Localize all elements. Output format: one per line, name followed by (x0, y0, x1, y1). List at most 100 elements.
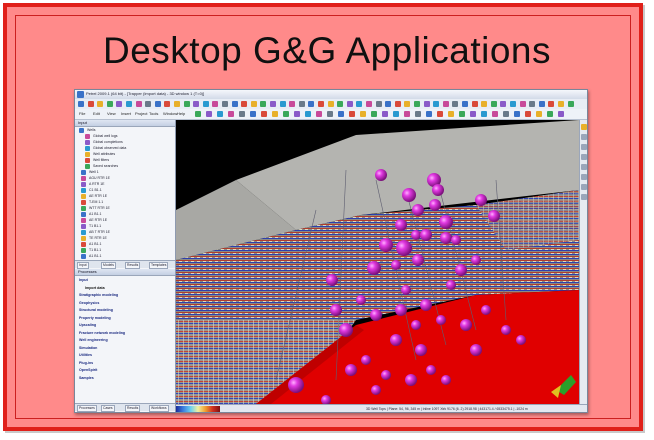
tree-item[interactable]: TE RTR 1E (81, 236, 173, 241)
process-item[interactable]: Samples (79, 376, 94, 380)
menu-item-help[interactable]: Help (177, 111, 185, 116)
toolbar-button-icon[interactable] (78, 101, 84, 107)
tree-item[interactable]: AE RTR 1E (81, 194, 173, 199)
toolbar-button-icon[interactable] (135, 101, 142, 107)
tree-item[interactable]: Global completions (85, 140, 177, 145)
toolbar-button-icon[interactable] (567, 101, 574, 107)
menu-item-insert[interactable]: Insert (121, 111, 131, 116)
toolbar-button-icon[interactable] (382, 111, 388, 117)
toolbar-button-icon[interactable] (394, 101, 401, 107)
toolbar-button-icon[interactable] (548, 101, 555, 107)
toolbar-button-icon[interactable] (193, 101, 200, 107)
tab-workflows[interactable]: Workflows (149, 405, 169, 412)
tab-templates[interactable]: Templates (149, 262, 169, 269)
toolbar-button-icon[interactable] (525, 111, 531, 117)
process-item[interactable]: Import data (85, 286, 105, 290)
side-toolbar-icon[interactable] (581, 144, 587, 150)
side-toolbar-icon[interactable] (581, 184, 587, 190)
toolbar-button-icon[interactable] (442, 101, 449, 107)
menu-item-window[interactable]: Window (163, 111, 177, 116)
menu-item-tools[interactable]: Tools (149, 111, 158, 116)
toolbar-button-icon[interactable] (558, 111, 564, 117)
process-item[interactable]: Fracture network modeling (79, 331, 125, 335)
process-item[interactable]: Upscaling (79, 323, 96, 327)
tree-item[interactable]: Global observed data (85, 146, 177, 151)
tree-item[interactable]: T-EM 1.1 (81, 200, 173, 205)
process-item[interactable]: Structural modeling (79, 308, 113, 312)
toolbar-button-icon[interactable] (337, 101, 344, 107)
tree-item[interactable]: Wells (79, 128, 171, 133)
toolbar-button-icon[interactable] (423, 101, 430, 107)
menu-item-edit[interactable]: Edit (93, 111, 100, 116)
toolbar-button-icon[interactable] (239, 111, 245, 117)
toolbar-button-icon[interactable] (145, 101, 152, 107)
side-toolbar-icon[interactable] (581, 134, 587, 140)
toolbar-button-icon[interactable] (241, 101, 248, 107)
toolbar-button-icon[interactable] (360, 111, 366, 117)
tree-item[interactable]: T1 B1.1 (81, 248, 173, 253)
side-toolbar-icon[interactable] (581, 124, 587, 130)
toolbar-button-icon[interactable] (414, 101, 420, 107)
toolbar-button-icon[interactable] (126, 101, 132, 107)
toolbar-button-icon[interactable] (385, 101, 392, 107)
tree-item[interactable]: AGU RTR 1E (81, 176, 173, 181)
tab-input[interactable]: Input (77, 262, 89, 269)
toolbar-button-icon[interactable] (279, 101, 286, 107)
toolbar-button-icon[interactable] (116, 101, 123, 107)
tree-item[interactable]: A RTR 1E (81, 182, 173, 187)
toolbar-button-icon[interactable] (514, 111, 520, 117)
toolbar-button-icon[interactable] (97, 101, 104, 107)
menu-item-file[interactable]: File (79, 111, 85, 116)
tab-models[interactable]: Models (101, 262, 116, 269)
toolbar-button-icon[interactable] (294, 111, 300, 117)
toolbar-button-icon[interactable] (356, 101, 363, 107)
toolbar-button-icon[interactable] (212, 101, 219, 107)
toolbar-button-icon[interactable] (261, 111, 267, 117)
toolbar-button-icon[interactable] (106, 101, 113, 107)
toolbar-button-icon[interactable] (490, 101, 497, 107)
toolbar-button-icon[interactable] (228, 111, 234, 117)
toolbar-button-icon[interactable] (222, 101, 228, 107)
toolbar-button-icon[interactable] (492, 111, 498, 117)
toolbar-button-icon[interactable] (371, 111, 377, 117)
toolbar-button-icon[interactable] (206, 111, 212, 117)
menu-item-project[interactable]: Project (135, 111, 147, 116)
toolbar-button-icon[interactable] (283, 111, 289, 117)
tab-processes[interactable]: Processes (77, 405, 97, 412)
toolbar-button-icon[interactable] (338, 111, 344, 117)
tree-item[interactable]: T1 B1.1 (81, 224, 173, 229)
process-item[interactable]: Plug-ins (79, 361, 93, 365)
toolbar-button-icon[interactable] (481, 101, 488, 107)
tree-item[interactable]: Saved searches (85, 164, 177, 169)
toolbar-button-icon[interactable] (260, 101, 267, 107)
toolbar-button-icon[interactable] (536, 111, 542, 117)
toolbar-button-icon[interactable] (366, 101, 372, 107)
process-item[interactable]: Stratigraphic modeling (79, 293, 118, 297)
toolbar-button-icon[interactable] (481, 111, 487, 117)
toolbar-button-icon[interactable] (250, 101, 257, 107)
toolbar-button-icon[interactable] (503, 111, 509, 117)
tree-item[interactable]: C1 B1.1 (81, 188, 173, 193)
toolbar-button-icon[interactable] (470, 111, 476, 117)
toolbar-button-icon[interactable] (510, 101, 516, 107)
tab-results[interactable]: Results (125, 262, 141, 269)
toolbar-button-icon[interactable] (529, 101, 536, 107)
3d-viewport[interactable] (176, 120, 579, 404)
toolbar-button-icon[interactable] (231, 101, 238, 107)
toolbar-button-icon[interactable] (327, 111, 333, 117)
toolbar-button-icon[interactable] (415, 111, 421, 117)
menu-item-view[interactable]: View (107, 111, 116, 116)
side-toolbar-icon[interactable] (581, 164, 587, 170)
tree-item[interactable]: AE RTR 1E (81, 218, 173, 223)
toolbar-button-icon[interactable] (500, 101, 507, 107)
side-toolbar-icon[interactable] (581, 194, 587, 200)
tree-item[interactable]: AB T RTR 1E (81, 230, 173, 235)
toolbar-button-icon[interactable] (308, 101, 315, 107)
tree-item[interactable]: Global well logs (85, 134, 177, 139)
tree-item[interactable]: A1 B1.1 (81, 212, 173, 217)
tree-item[interactable]: Well attributes (85, 152, 177, 157)
process-item[interactable]: Geophysics (79, 301, 99, 305)
toolbar-button-icon[interactable] (318, 101, 324, 107)
tree-item[interactable]: Well 1 (81, 170, 173, 175)
toolbar-button-icon[interactable] (404, 101, 411, 107)
